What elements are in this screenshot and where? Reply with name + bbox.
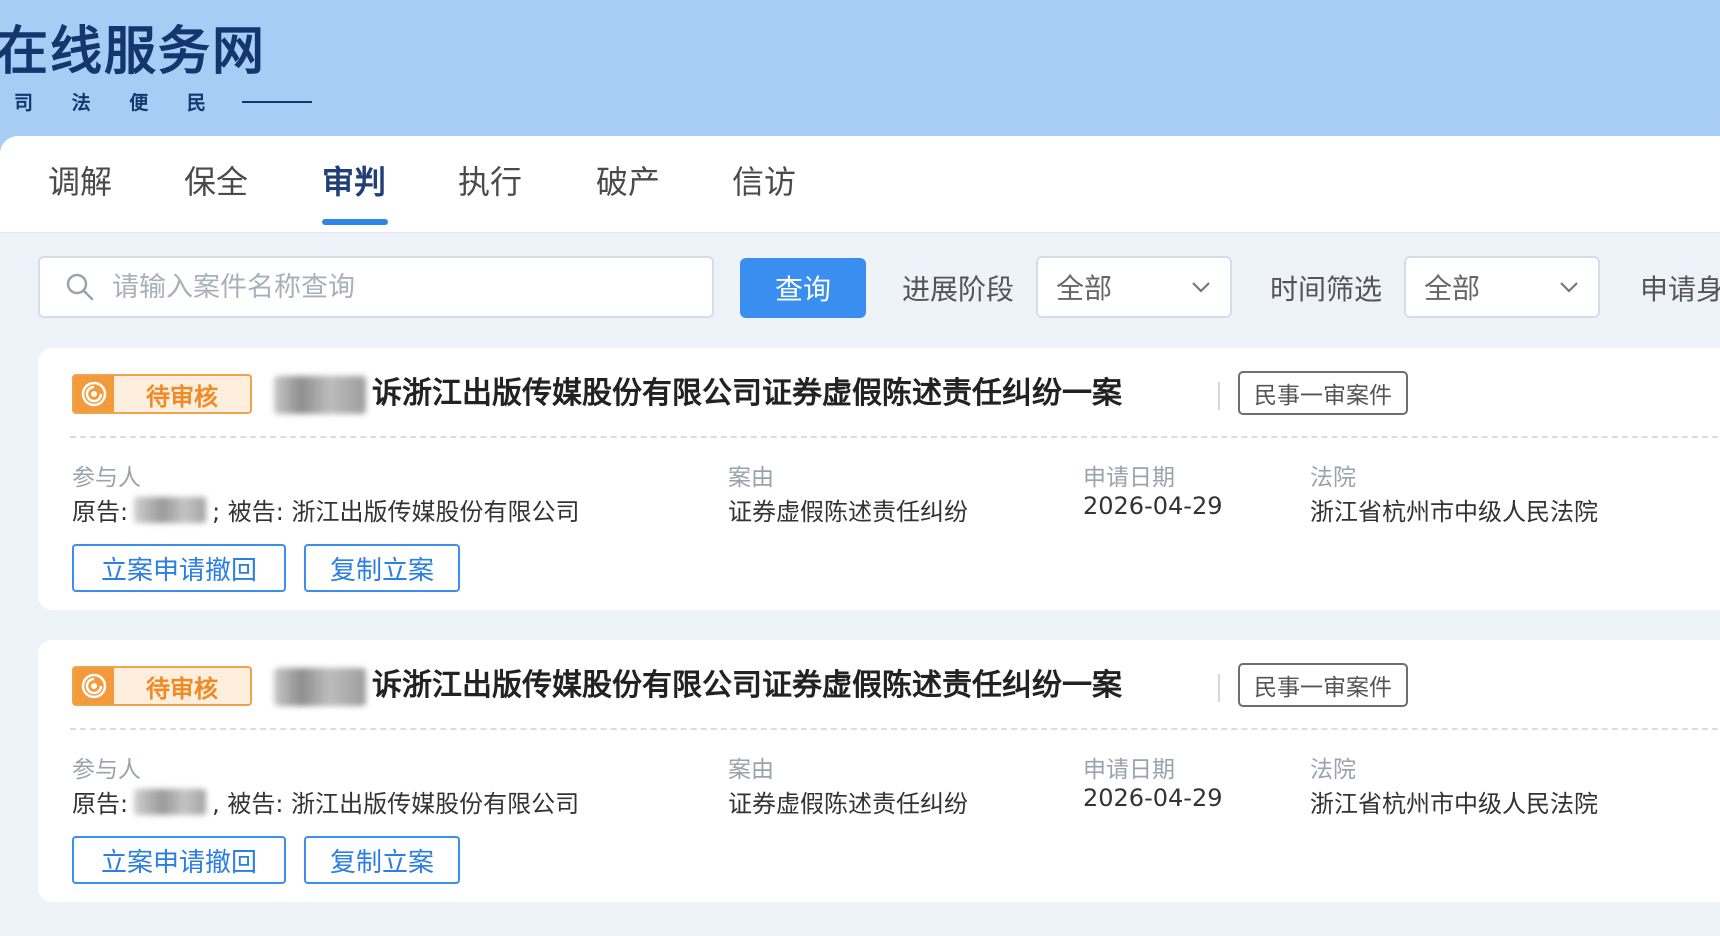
case-title[interactable]: 诉浙江出版传媒股份有限公司证券虚假陈述责任纠纷一案 — [372, 664, 1122, 708]
cause-value: 证券虚假陈述责任纠纷 — [728, 498, 968, 526]
tab-trial[interactable]: 审判 — [322, 162, 386, 202]
stage-filter-label: 进展阶段 — [902, 273, 1015, 306]
pending-icon — [74, 668, 114, 704]
plaintiff-prefix: 原告: — [72, 790, 129, 818]
participants-label: 参与人 — [72, 757, 141, 783]
cause-value: 证券虚假陈述责任纠纷 — [728, 790, 968, 818]
status-text: 待审核 — [146, 674, 218, 703]
date-label: 申请日期 — [1083, 465, 1175, 491]
redacted-plaintiff — [134, 496, 207, 523]
copy-filing-button[interactable]: 复制立案 — [304, 836, 460, 884]
case-title[interactable]: 诉浙江出版传媒股份有限公司证券虚假陈述责任纠纷一案 — [372, 372, 1122, 416]
defendant-text: , 被告: 浙江出版传媒股份有限公司 — [212, 790, 580, 818]
stage-select[interactable]: 全部 — [1036, 256, 1232, 318]
withdraw-filing-button[interactable]: 立案申请撤回 — [72, 836, 286, 884]
chevron-down-icon — [1560, 282, 1578, 293]
status-badge: 待审核 — [72, 374, 252, 414]
participants-label: 参与人 — [72, 465, 141, 491]
participants-value: 原告: ; 被告: 浙江出版传媒股份有限公司 — [72, 492, 580, 527]
court-value: 浙江省杭州市中级人民法院 — [1310, 790, 1598, 818]
search-box — [38, 256, 714, 318]
site-title: 在线服务网 — [0, 22, 267, 82]
cause-label: 案由 — [728, 757, 774, 783]
status-badge: 待审核 — [72, 666, 252, 706]
pending-icon — [74, 376, 114, 412]
redacted-plaintiff — [134, 788, 207, 815]
card-divider — [70, 728, 1720, 730]
tab-preservation[interactable]: 保全 — [184, 162, 248, 202]
search-icon — [66, 273, 94, 301]
query-button[interactable]: 查询 — [740, 258, 866, 318]
copy-filing-button[interactable]: 复制立案 — [304, 544, 460, 592]
case-type-tag: 民事一审案件 — [1238, 663, 1408, 707]
withdraw-filing-button[interactable]: 立案申请撤回 — [72, 544, 286, 592]
chevron-down-icon — [1192, 282, 1210, 293]
main-panel: 调解 保全 审判 执行 破产 信访 查询 进展阶段 全部 时间筛选 全部 申请身 — [0, 136, 1720, 936]
redacted-plaintiff-name — [274, 668, 366, 706]
time-filter-label: 时间筛选 — [1270, 273, 1383, 306]
slogan-line — [241, 100, 312, 103]
tab-execution[interactable]: 执行 — [458, 162, 522, 202]
redacted-plaintiff-name — [274, 376, 366, 414]
time-select-value: 全部 — [1424, 272, 1481, 305]
search-input[interactable] — [110, 270, 712, 304]
active-tab-indicator — [322, 219, 388, 225]
status-text: 待审核 — [146, 382, 218, 411]
case-type-tag: 民事一审案件 — [1238, 371, 1408, 415]
title-divider — [1218, 674, 1220, 702]
case-card: 待审核 诉浙江出版传媒股份有限公司证券虚假陈述责任纠纷一案 民事一审案件 参与人… — [38, 640, 1720, 902]
tab-bankruptcy[interactable]: 破产 — [596, 162, 660, 202]
applicant-filter-label: 申请身 — [1640, 273, 1720, 306]
date-value: 2026-04-29 — [1083, 492, 1223, 520]
site-brand: 在线服务网 司 法 便 民 — [0, 22, 312, 115]
card-divider — [70, 436, 1720, 438]
court-value: 浙江省杭州市中级人民法院 — [1310, 498, 1598, 526]
tab-mediation[interactable]: 调解 — [48, 162, 112, 202]
cause-label: 案由 — [728, 465, 774, 491]
tab-petition[interactable]: 信访 — [732, 162, 796, 202]
tab-bar: 调解 保全 审判 执行 破产 信访 — [0, 136, 1720, 232]
date-label: 申请日期 — [1083, 757, 1175, 783]
case-card: 待审核 诉浙江出版传媒股份有限公司证券虚假陈述责任纠纷一案 民事一审案件 参与人… — [38, 348, 1720, 610]
plaintiff-prefix: 原告: — [72, 498, 129, 526]
title-divider — [1218, 382, 1220, 410]
date-value: 2026-04-29 — [1083, 784, 1223, 812]
court-label: 法院 — [1310, 757, 1356, 783]
stage-select-value: 全部 — [1056, 272, 1113, 305]
site-slogan: 司 法 便 民 — [14, 88, 312, 115]
defendant-text: ; 被告: 浙江出版传媒股份有限公司 — [212, 498, 580, 526]
slogan-text: 司 法 便 民 — [14, 92, 222, 114]
participants-value: 原告: , 被告: 浙江出版传媒股份有限公司 — [72, 784, 579, 819]
time-select[interactable]: 全部 — [1404, 256, 1600, 318]
court-label: 法院 — [1310, 465, 1356, 491]
